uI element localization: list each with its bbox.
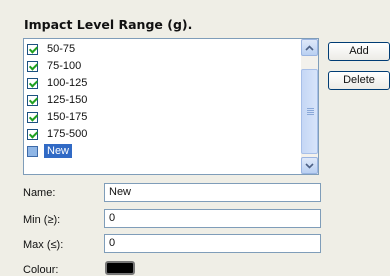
item-checkbox[interactable] — [27, 111, 38, 123]
item-label: 75-100 — [47, 60, 82, 72]
item-checkbox[interactable] — [27, 145, 38, 157]
list-item[interactable]: 175-500 — [27, 126, 90, 142]
item-label: New — [44, 144, 73, 158]
item-label: 125-150 — [47, 94, 88, 106]
add-button[interactable]: Add — [328, 42, 390, 61]
delete-button[interactable]: Delete — [328, 71, 390, 90]
chevron-up-icon[interactable] — [301, 39, 318, 56]
item-checkbox[interactable] — [27, 128, 38, 140]
list-item[interactable]: 100-125 — [27, 75, 90, 91]
item-checkbox[interactable] — [27, 77, 38, 89]
item-label: 150-175 — [47, 111, 88, 123]
list-scrollbar[interactable] — [301, 39, 318, 174]
max-label: Max (≤): — [23, 239, 64, 251]
item-checkbox[interactable] — [27, 94, 38, 106]
list-item[interactable]: New — [27, 143, 73, 159]
list-item[interactable]: 150-175 — [27, 109, 90, 125]
colour-label: Colour: — [23, 264, 59, 276]
item-label: 50-75 — [47, 43, 76, 55]
max-field[interactable]: 0 — [104, 234, 321, 253]
range-list[interactable]: 50-75 75-100 100-125 125-150 150-175 175… — [23, 38, 319, 175]
min-field[interactable]: 0 — [104, 209, 321, 228]
name-label: Name: — [23, 187, 56, 199]
scrollbar-thumb[interactable] — [301, 69, 318, 154]
list-item[interactable]: 75-100 — [27, 58, 84, 74]
item-label: 100-125 — [47, 77, 88, 89]
name-field[interactable]: New — [104, 183, 321, 202]
item-checkbox[interactable] — [27, 43, 38, 55]
item-label: 175-500 — [47, 128, 88, 140]
item-checkbox[interactable] — [27, 60, 38, 72]
chevron-down-icon[interactable] — [301, 157, 318, 174]
panel-title: Impact Level Range (g). — [24, 17, 193, 32]
list-item[interactable]: 125-150 — [27, 92, 90, 108]
list-item[interactable]: 50-75 — [27, 41, 78, 57]
min-label: Min (≥): — [23, 214, 61, 226]
